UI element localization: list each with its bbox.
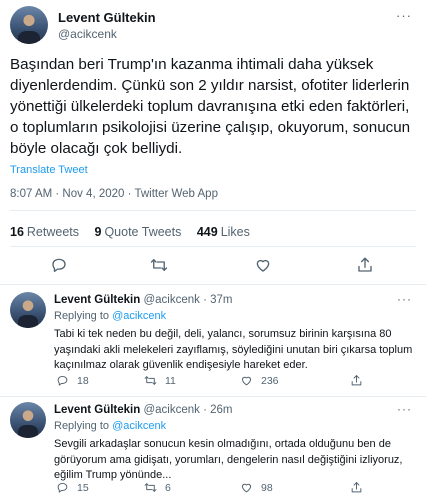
retweet-count: 11 bbox=[165, 374, 176, 387]
more-options-icon[interactable]: ··· bbox=[396, 8, 412, 23]
replying-to: Replying to @acikcenk bbox=[54, 420, 166, 432]
share-icon bbox=[351, 375, 362, 386]
reply-author-name[interactable]: Levent Gültekin bbox=[54, 404, 140, 416]
like-icon bbox=[241, 483, 252, 493]
share-icon bbox=[351, 482, 362, 493]
translate-tweet-link[interactable]: Translate Tweet bbox=[10, 164, 88, 176]
reply-button[interactable]: 18 bbox=[56, 374, 89, 387]
avatar[interactable] bbox=[10, 292, 46, 328]
share-button[interactable] bbox=[350, 481, 371, 494]
tweet-actions bbox=[0, 256, 426, 280]
reply-count: 15 bbox=[77, 481, 89, 494]
retweet-icon bbox=[144, 483, 157, 492]
retweet-count: 6 bbox=[165, 481, 171, 494]
like-count: 236 bbox=[261, 374, 279, 387]
quotes-count: 9 bbox=[94, 225, 102, 239]
divider bbox=[0, 396, 426, 397]
reply-tweet[interactable]: Levent Gültekin @acikcenk · 26m ··· Repl… bbox=[0, 402, 426, 500]
like-count: 98 bbox=[261, 481, 273, 494]
share-button[interactable] bbox=[350, 374, 371, 387]
mention-link[interactable]: @acikcenk bbox=[112, 310, 166, 322]
reply-text: Tabi ki tek neden bu değil, deli, yalanc… bbox=[54, 328, 413, 371]
retweets-stat[interactable]: 16 Retweets bbox=[10, 225, 79, 239]
retweets-label: Retweets bbox=[26, 225, 80, 239]
retweet-button[interactable]: 6 bbox=[144, 481, 171, 494]
likes-count: 449 bbox=[196, 225, 218, 239]
reply-icon bbox=[57, 482, 68, 493]
more-options-icon[interactable]: ··· bbox=[397, 292, 412, 306]
reply-text: Sevgili arkadaşlar sonucun kesin olmadığ… bbox=[54, 438, 403, 481]
tweet-stats: 16 Retweets 9 Quote Tweets 449 Likes bbox=[10, 225, 262, 239]
author-handle[interactable]: @acikcenk bbox=[58, 27, 117, 41]
likes-stat[interactable]: 449 Likes bbox=[197, 225, 250, 239]
share-icon[interactable] bbox=[356, 256, 376, 276]
reply-icon[interactable] bbox=[50, 256, 70, 276]
retweets-count: 16 bbox=[10, 225, 24, 239]
mention-link[interactable]: @acikcenk bbox=[112, 420, 166, 432]
reply-actions: 18 11 236 bbox=[54, 374, 414, 390]
avatar[interactable] bbox=[10, 6, 48, 44]
reply-count: 18 bbox=[77, 374, 89, 387]
divider bbox=[10, 210, 416, 211]
replying-to: Replying to @acikcenk bbox=[54, 310, 166, 322]
retweet-icon[interactable] bbox=[150, 256, 170, 276]
divider bbox=[10, 246, 416, 247]
reply-author-name[interactable]: Levent Gültekin bbox=[54, 294, 140, 306]
divider bbox=[0, 284, 426, 285]
author-name[interactable]: Levent Gültekin bbox=[58, 10, 156, 25]
avatar[interactable] bbox=[10, 402, 46, 438]
reply-tweet[interactable]: Levent Gültekin @acikcenk · 37m ··· Repl… bbox=[0, 292, 426, 396]
retweet-icon bbox=[144, 376, 157, 385]
reply-meta[interactable]: @acikcenk · 37m bbox=[143, 294, 232, 306]
reply-icon bbox=[57, 375, 68, 386]
tweet-text: Başından beri Trump'ın kazanma ihtimali … bbox=[10, 56, 411, 157]
reply-header: Levent Gültekin @acikcenk · 37m bbox=[54, 294, 233, 306]
quotes-stat[interactable]: 9 Quote Tweets bbox=[95, 225, 182, 239]
tweet-timestamp[interactable]: 8:07 AM · Nov 4, 2020 · Twitter Web App bbox=[10, 188, 218, 200]
reply-actions: 15 6 98 bbox=[54, 481, 414, 497]
tweet-header: Levent Gültekin @acikcenk ··· bbox=[10, 6, 416, 46]
replying-prefix: Replying to bbox=[54, 420, 110, 432]
reply-meta[interactable]: @acikcenk · 26m bbox=[143, 404, 232, 416]
quotes-label: Quote Tweets bbox=[104, 225, 182, 239]
replying-prefix: Replying to bbox=[54, 310, 110, 322]
like-button[interactable]: 236 bbox=[240, 374, 279, 387]
reply-header: Levent Gültekin @acikcenk · 26m bbox=[54, 404, 233, 416]
likes-label: Likes bbox=[220, 225, 250, 239]
retweet-button[interactable]: 11 bbox=[144, 374, 176, 387]
like-icon bbox=[241, 376, 252, 386]
reply-button[interactable]: 15 bbox=[56, 481, 89, 494]
more-options-icon[interactable]: ··· bbox=[397, 402, 412, 416]
like-icon[interactable] bbox=[254, 256, 274, 276]
like-button[interactable]: 98 bbox=[240, 481, 273, 494]
